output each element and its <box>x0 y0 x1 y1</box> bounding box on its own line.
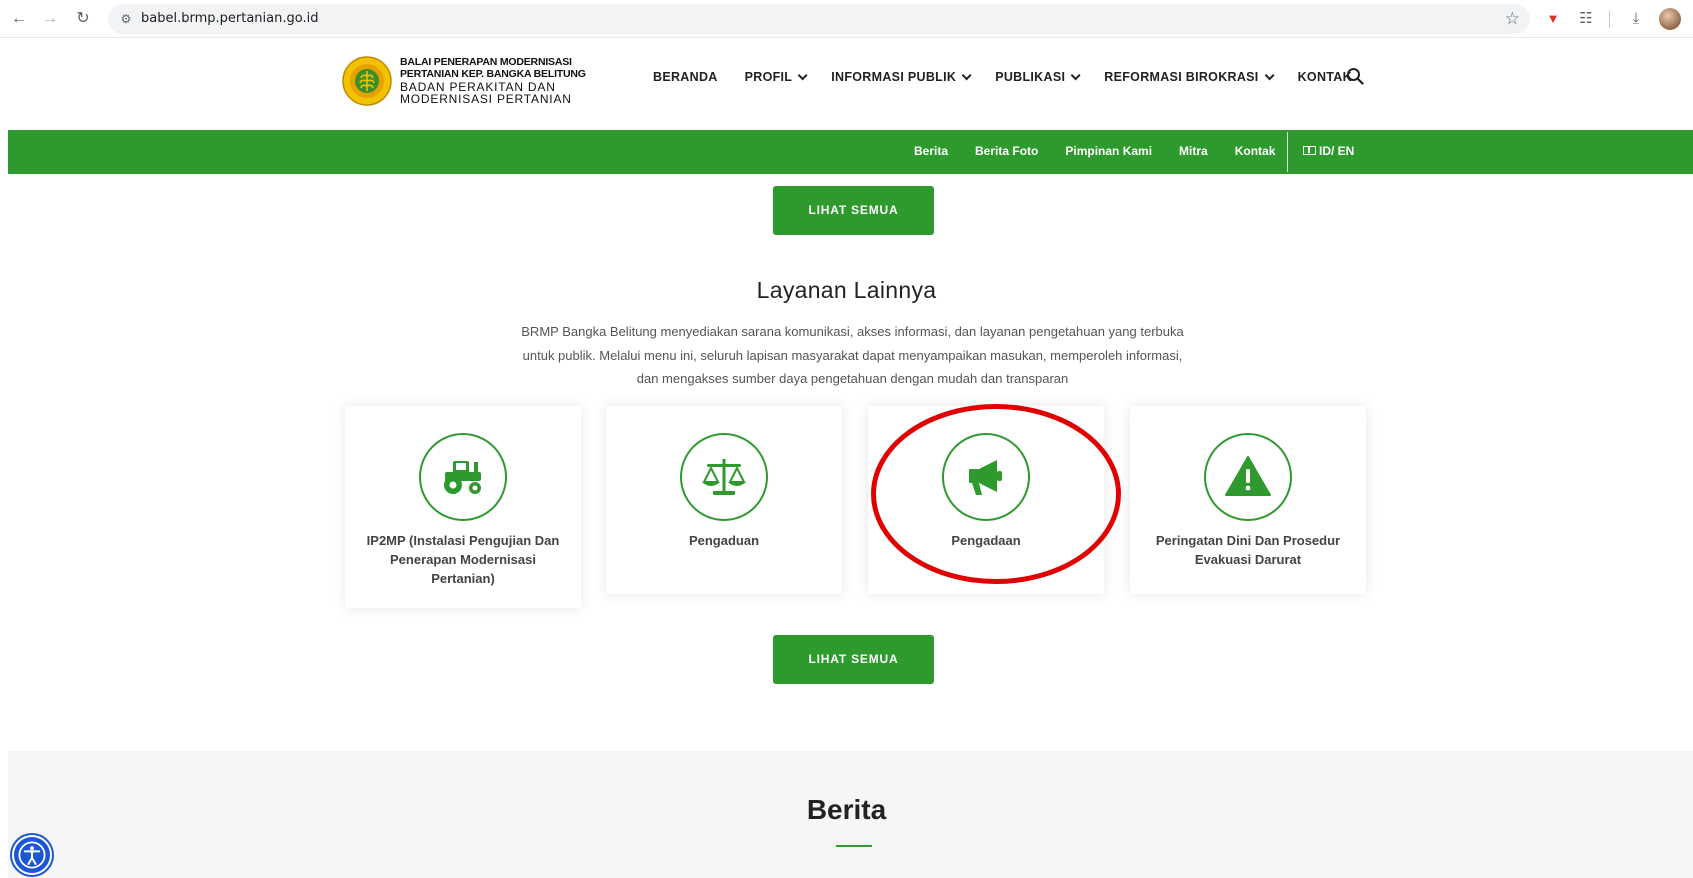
section-title-layanan: Layanan Lainnya <box>756 277 937 303</box>
nav-reformasi-birokrasi-label: REFORMASI BIROKRASI <box>1104 70 1259 84</box>
forward-icon[interactable]: → <box>39 8 61 30</box>
profile-avatar[interactable] <box>1659 8 1681 30</box>
secondary-nav-bar: Berita Berita Foto Pimpinan Kami Mitra K… <box>8 130 1693 174</box>
chevron-down-icon <box>1070 70 1081 81</box>
service-card-label: Peringatan Dini Dan Prosedur Evakuasi Da… <box>1155 533 1341 567</box>
chevron-down-icon <box>961 70 972 81</box>
nav-informasi-publik[interactable]: INFORMASI PUBLIK <box>831 70 972 84</box>
see-all-button-bottom[interactable]: LIHAT SEMUA <box>773 635 934 684</box>
link-kontak[interactable]: Kontak <box>1235 144 1276 158</box>
chevron-down-icon <box>1264 70 1275 81</box>
nav-profil-label: PROFIL <box>744 70 793 84</box>
search-icon[interactable] <box>1346 67 1364 85</box>
link-pimpinan-kami[interactable]: Pimpinan Kami <box>1065 144 1152 158</box>
toolbar-divider <box>1609 11 1610 28</box>
reload-icon[interactable]: ↻ <box>72 8 94 30</box>
warning-icon <box>1225 456 1271 496</box>
service-card-label: Pengadaan <box>951 533 1021 548</box>
section-title-berita: Berita <box>806 794 887 825</box>
link-mitra[interactable]: Mitra <box>1179 144 1208 158</box>
see-all-button-top[interactable]: LIHAT SEMUA <box>773 186 934 235</box>
institution-name[interactable]: BALAI PENERAPAN MODERNISASI PERTANIAN KE… <box>400 56 586 105</box>
site-header: BALAI PENERAPAN MODERNISASI PERTANIAN KE… <box>8 38 1693 130</box>
logo-line-4: MODERNISASI PERTANIAN <box>400 92 572 106</box>
language-switcher[interactable]: ID/ EN <box>1303 144 1354 158</box>
site-settings-icon[interactable]: ⚙ <box>118 11 134 27</box>
service-card-label: Pengaduan <box>688 533 760 548</box>
nav-kontak[interactable]: KONTAK <box>1298 70 1352 84</box>
browser-toolbar: ← → ↻ ⚙ babel.brmp.pertanian.go.id ☆ ▼ ☷… <box>0 0 1693 38</box>
nav-profil[interactable]: PROFIL <box>744 70 808 84</box>
service-card-pengaduan[interactable]: Pengaduan <box>606 406 842 594</box>
bookmark-star-icon[interactable]: ☆ <box>1505 9 1520 29</box>
link-berita-foto[interactable]: Berita Foto <box>975 144 1038 158</box>
extension-shield-icon[interactable]: ▼ <box>1542 8 1564 30</box>
tractor-icon <box>444 461 481 494</box>
section-description: BRMP Bangka Belitung menyediakan sarana … <box>521 324 1184 386</box>
logo-line-1: BALAI PENERAPAN MODERNISASI <box>400 56 572 68</box>
scale-icon <box>702 459 746 495</box>
service-card-peringatan-dini[interactable]: Peringatan Dini Dan Prosedur Evakuasi Da… <box>1130 406 1366 594</box>
service-card-label: IP2MP (Instalasi Pengujian Dan Penerapan… <box>366 533 560 586</box>
secondary-links: Berita Berita Foto Pimpinan Kami Mitra K… <box>914 144 1302 158</box>
megaphone-icon <box>969 460 1002 495</box>
language-label: ID/ EN <box>1319 144 1355 158</box>
main-navigation: BERANDA PROFIL INFORMASI PUBLIK PUBLIKAS… <box>653 70 1352 84</box>
nav-publikasi[interactable]: PUBLIKASI <box>995 70 1081 84</box>
extensions-puzzle-icon[interactable]: ☷ <box>1575 8 1597 30</box>
address-bar[interactable]: ⚙ babel.brmp.pertanian.go.id ☆ <box>108 4 1530 34</box>
language-flag-icon <box>1303 146 1316 155</box>
title-underline <box>836 845 872 847</box>
service-card-ip2mp[interactable]: IP2MP (Instalasi Pengujian Dan Penerapan… <box>345 406 581 608</box>
nav-beranda[interactable]: BERANDA <box>653 70 718 84</box>
service-card-pengadaan[interactable]: Pengadaan <box>868 406 1104 594</box>
logo-line-2: PERTANIAN KEP. BANGKA BELITUNG <box>400 68 586 80</box>
url-text[interactable]: babel.brmp.pertanian.go.id <box>141 11 318 26</box>
service-icon-circle <box>680 433 768 521</box>
service-icon-circle <box>942 433 1030 521</box>
service-icon-circle <box>419 433 507 521</box>
secondary-nav-divider <box>1287 132 1288 172</box>
chevron-down-icon <box>797 70 808 81</box>
nav-informasi-publik-label: INFORMASI PUBLIK <box>831 70 957 84</box>
accessibility-icon[interactable] <box>12 835 52 875</box>
service-icon-circle <box>1204 433 1292 521</box>
download-icon[interactable]: ⤓ <box>1625 8 1647 30</box>
nav-publikasi-label: PUBLIKASI <box>995 70 1066 84</box>
back-icon[interactable]: ← <box>8 8 30 30</box>
ministry-logo-icon[interactable] <box>342 56 392 106</box>
link-berita[interactable]: Berita <box>914 144 948 158</box>
nav-reformasi-birokrasi[interactable]: REFORMASI BIROKRASI <box>1104 70 1275 84</box>
